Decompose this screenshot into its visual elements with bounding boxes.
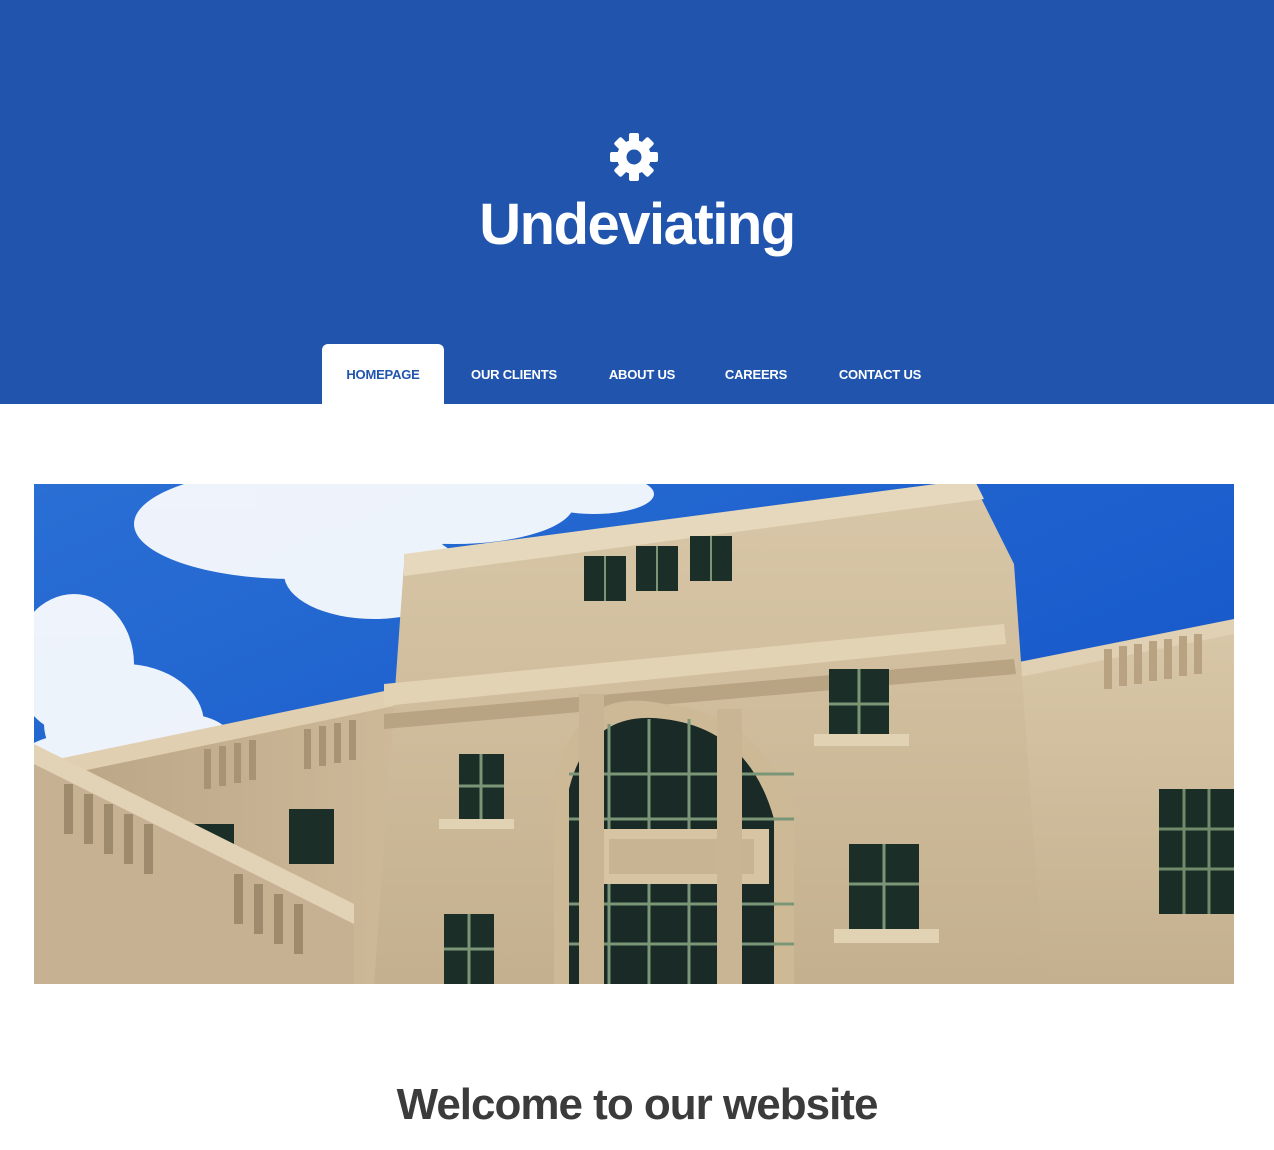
nav-item-our-clients[interactable]: OUR CLIENTS bbox=[444, 344, 584, 404]
nav-item-careers[interactable]: CAREERS bbox=[700, 344, 812, 404]
building-photo bbox=[34, 484, 1234, 984]
hero-image bbox=[34, 484, 1234, 984]
site-header: Undeviating HOMEPAGE OUR CLIENTS ABOUT U… bbox=[0, 0, 1274, 404]
nav-item-about-us[interactable]: ABOUT US bbox=[584, 344, 700, 404]
main-nav: HOMEPAGE OUR CLIENTS ABOUT US CAREERS CO… bbox=[322, 344, 948, 404]
nav-item-contact-us[interactable]: CONTACT US bbox=[812, 344, 948, 404]
nav-item-homepage[interactable]: HOMEPAGE bbox=[322, 344, 444, 404]
site-title[interactable]: Undeviating bbox=[0, 190, 1274, 260]
gear-icon bbox=[610, 133, 658, 181]
welcome-heading: Welcome to our website bbox=[396, 1080, 879, 1129]
